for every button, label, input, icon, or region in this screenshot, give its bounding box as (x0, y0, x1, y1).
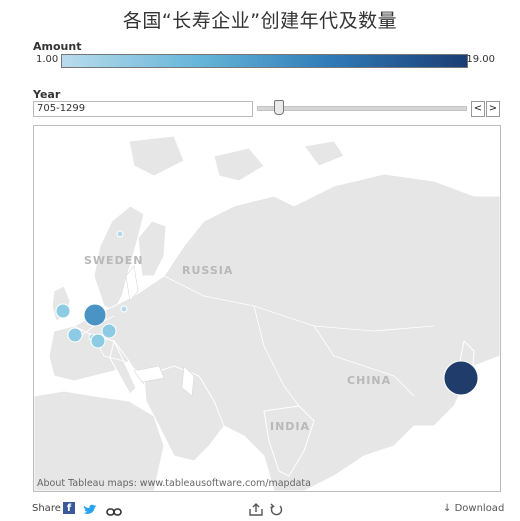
twitter-icon[interactable] (83, 501, 97, 514)
legend-max-label: 19.00 (466, 54, 495, 65)
map-credit[interactable]: About Tableau maps: www.tableausoftware.… (37, 478, 311, 489)
link-icon[interactable] (106, 502, 122, 516)
data-bubble (116, 230, 124, 238)
data-bubble (443, 360, 479, 396)
africa-shape (34, 390, 165, 491)
facebook-icon[interactable]: f (63, 502, 75, 514)
page-title: 各国“长寿企业”创建年代及数量 (122, 10, 398, 32)
data-bubble (90, 333, 106, 349)
arctic-island-shape (213, 147, 265, 182)
label-china: CHINA (347, 374, 392, 387)
data-bubble (83, 303, 107, 327)
legend-color-ramp (61, 54, 468, 68)
year-slider-track[interactable] (257, 106, 467, 111)
previous-year-button[interactable]: < (471, 101, 485, 117)
arctic-island-shape (303, 140, 345, 167)
data-bubble (101, 323, 117, 339)
label-sweden: SWEDEN (84, 254, 144, 267)
share-label: Share (32, 503, 61, 514)
amount-legend: 1.00 19.00 (33, 54, 497, 68)
data-bubble (67, 327, 83, 343)
download-label: Download (454, 503, 505, 514)
download-icon: ↓ (443, 503, 452, 514)
finland-shape (137, 220, 167, 277)
map-view[interactable]: SWEDEN RUSSIA CHINA INDIA About Tableau … (33, 125, 501, 492)
map-background (34, 135, 500, 491)
footer-toolbar: Share f ↓ Download (0, 500, 520, 517)
arctic-island-shape (128, 135, 185, 177)
year-slider-thumb[interactable] (274, 100, 284, 115)
year-range-field[interactable]: 705-1299 (33, 101, 253, 117)
download-button[interactable]: ↓ Download (443, 503, 504, 514)
data-bubble (120, 305, 128, 313)
data-bubble (55, 303, 71, 319)
legend-title: Amount (33, 40, 82, 53)
export-icon[interactable] (249, 501, 263, 516)
label-russia: RUSSIA (182, 264, 234, 277)
label-india: INDIA (270, 420, 311, 433)
year-filter-title: Year (33, 88, 61, 101)
next-year-button[interactable]: > (486, 101, 500, 117)
revert-icon[interactable] (270, 501, 283, 516)
legend-min-label: 1.00 (36, 54, 59, 65)
